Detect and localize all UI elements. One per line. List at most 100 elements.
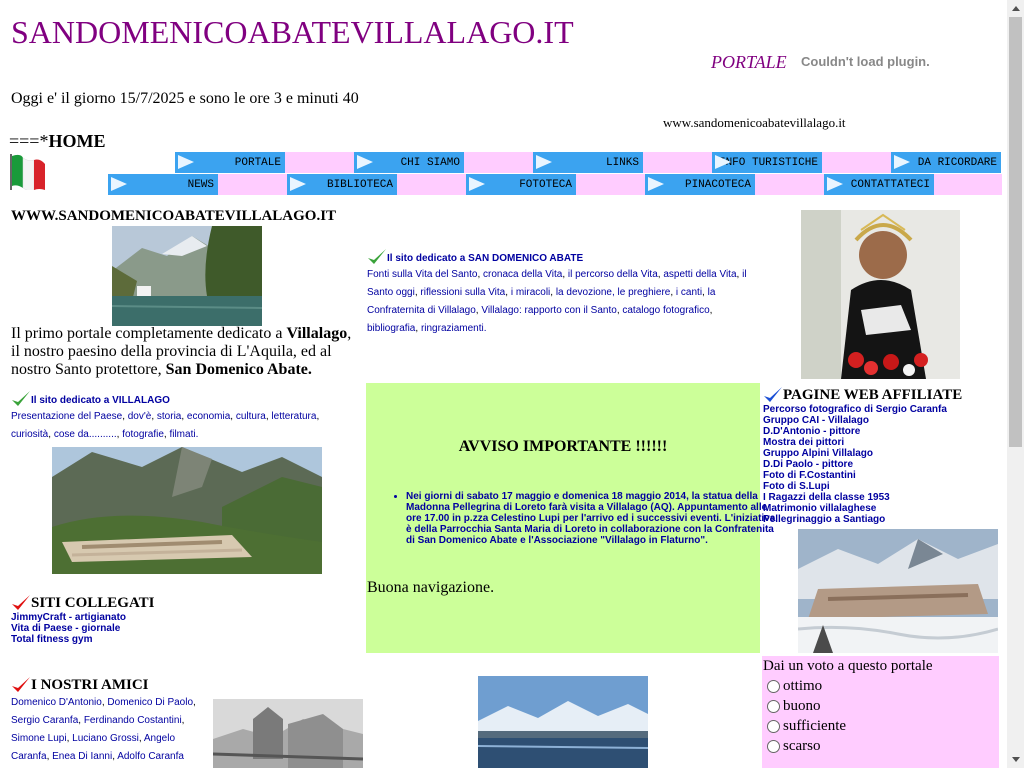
nav-label: BIBLIOTECA: [326, 178, 393, 191]
nav-row-2: NEWS BIBLIOTECA FOTOTECA PINACOTECA CONT…: [108, 174, 1002, 195]
separator: ,: [193, 697, 196, 708]
sandomenico-link[interactable]: catalogo fotografico: [622, 305, 709, 316]
villalago-link[interactable]: dov'è: [128, 411, 152, 422]
arrow-icon: [469, 177, 485, 191]
vote-option-buono[interactable]: buono: [767, 698, 821, 715]
affiliate-section: PAGINE WEB AFFILIATE Percorso fotografic…: [763, 386, 1003, 525]
villalago-link[interactable]: economia: [187, 411, 230, 422]
sandomenico-link[interactable]: Fonti sulla Vita del Santo: [367, 269, 477, 280]
siti-link[interactable]: Vita di Paese - giornale: [11, 623, 311, 634]
avviso-box: AVVISO IMPORTANTE !!!!!! Nei giorni di s…: [366, 383, 775, 653]
nav-contattateci-button[interactable]: CONTATTATECI: [824, 174, 934, 195]
arrow-icon: [894, 155, 910, 169]
villalago-link[interactable]: cultura: [236, 411, 266, 422]
vote-option-sufficiente[interactable]: sufficiente: [767, 718, 846, 735]
villalago-link[interactable]: filmati.: [169, 429, 198, 440]
radio-icon[interactable]: [767, 740, 780, 753]
nav-da-ricordare-button[interactable]: DA RICORDARE: [891, 152, 1001, 173]
affiliate-link[interactable]: Gruppo CAI - Villalago: [763, 415, 1003, 426]
radio-icon[interactable]: [767, 720, 780, 733]
affiliate-links: Percorso fotografico di Sergio Caranfa Gr…: [763, 404, 1003, 525]
villalago-link[interactable]: fotografie: [122, 429, 164, 440]
villalago-link[interactable]: letteratura: [271, 411, 316, 422]
nav-biblioteca-button[interactable]: BIBLIOTECA: [287, 174, 397, 195]
village-photo[interactable]: [52, 447, 322, 574]
villalago-title[interactable]: Il sito dedicato a VILLALAGO: [31, 395, 170, 406]
radio-icon[interactable]: [767, 700, 780, 713]
amici-section: I NOSTRI AMICI Domenico D'Antonio, Domen…: [11, 676, 211, 766]
saint-statue-photo[interactable]: [801, 210, 960, 379]
affiliate-link[interactable]: Foto di S.Lupi: [763, 481, 1003, 492]
nav-links-button[interactable]: LINKS: [533, 152, 643, 173]
nav-label: FOTOTECA: [519, 178, 572, 191]
sandomenico-section: Il sito dedicato a SAN DOMENICO ABATE Fo…: [367, 248, 757, 338]
winter-village-photo[interactable]: [798, 529, 998, 653]
amici-link[interactable]: Sergio Caranfa: [11, 715, 78, 726]
green-check-icon: [12, 391, 30, 406]
avviso-title: AVVISO IMPORTANTE !!!!!!: [458, 438, 668, 455]
green-check-icon: [368, 249, 386, 264]
villalago-link[interactable]: cose da..........: [54, 429, 117, 440]
vote-option-ottimo[interactable]: ottimo: [767, 678, 822, 695]
home-prefix: ===*: [9, 131, 49, 151]
nav-fototeca-button[interactable]: FOTOTECA: [466, 174, 576, 195]
sandomenico-link[interactable]: i canti: [676, 287, 702, 298]
affiliate-link[interactable]: D.Di Paolo - pittore: [763, 459, 1003, 470]
affiliate-link[interactable]: Percorso fotografico di Sergio Caranfa: [763, 404, 1003, 415]
nav-label: CONTATTATECI: [850, 178, 930, 191]
nav-info-turistiche-button[interactable]: INFO TURISTICHE: [712, 152, 822, 173]
separator: ,: [316, 411, 320, 422]
amici-link[interactable]: Domenico Di Paolo: [107, 697, 193, 708]
separator: ,: [709, 305, 713, 316]
scrollbar-thumb[interactable]: [1009, 17, 1022, 447]
radio-icon[interactable]: [767, 680, 780, 693]
church-ruins-photo[interactable]: [213, 699, 363, 768]
villalago-link[interactable]: storia: [157, 411, 181, 422]
scrollbar[interactable]: [1007, 0, 1024, 768]
amici-link[interactable]: Domenico D'Antonio: [11, 697, 102, 708]
intro-paragraph: Il primo portale completamente dedicato …: [11, 325, 363, 379]
siti-link[interactable]: JimmyCraft - artigianato: [11, 612, 311, 623]
nav-news-button[interactable]: NEWS: [108, 174, 218, 195]
villalago-link[interactable]: curiosità: [11, 429, 48, 440]
amici-link[interactable]: Adolfo Caranfa: [117, 751, 184, 762]
affiliate-link[interactable]: Gruppo Alpini Villalago: [763, 448, 1003, 459]
domain-label: www.sandomenicoabatevillalago.it: [663, 115, 846, 130]
vote-option-scarso[interactable]: scarso: [767, 738, 821, 755]
sandomenico-link[interactable]: il percorso della Vita: [568, 269, 658, 280]
nav-label: PORTALE: [234, 156, 281, 169]
amici-link[interactable]: Enea Di Ianni: [52, 751, 112, 762]
scroll-down-icon[interactable]: [1007, 751, 1024, 768]
affiliate-link[interactable]: Matrimonio villalaghese: [763, 503, 1003, 514]
sandomenico-link[interactable]: la devozione, le preghiere: [556, 287, 671, 298]
lake-winter-photo[interactable]: [478, 676, 648, 768]
nav-portale-button[interactable]: PORTALE: [175, 152, 285, 173]
affiliate-link[interactable]: D.D'Antonio - pittore: [763, 426, 1003, 437]
amici-links: Domenico D'Antonio, Domenico Di Paolo, S…: [11, 694, 211, 766]
amici-link[interactable]: Ferdinando Costantini: [84, 715, 182, 726]
affiliate-link[interactable]: Pellegrinaggio a Santiago: [763, 514, 1003, 525]
sandomenico-link[interactable]: riflessioni sulla Vita: [420, 287, 505, 298]
site-title: SANDOMENICOABATEVILLALAGO.IT: [11, 14, 574, 50]
scroll-up-icon[interactable]: [1007, 0, 1024, 17]
sandomenico-link[interactable]: i miracoli: [511, 287, 550, 298]
sandomenico-link[interactable]: cronaca della Vita: [483, 269, 562, 280]
amici-link[interactable]: Simone Lupi: [11, 733, 67, 744]
siti-link[interactable]: Total fitness gym: [11, 634, 311, 645]
sandomenico-link[interactable]: Villalago: rapporto con il Santo: [481, 305, 616, 316]
affiliate-link[interactable]: I Ragazzi della classe 1953: [763, 492, 1003, 503]
nav-pinacoteca-button[interactable]: PINACOTECA: [645, 174, 755, 195]
sandomenico-link[interactable]: bibliografia: [367, 323, 415, 334]
left-heading: WWW.SANDOMENICOABATEVILLALAGO.IT: [11, 208, 337, 224]
sandomenico-link[interactable]: aspetti della Vita: [663, 269, 736, 280]
sandomenico-title[interactable]: Il sito dedicato a SAN DOMENICO ABATE: [387, 253, 583, 264]
nav-chi-siamo-button[interactable]: CHI SIAMO: [354, 152, 464, 173]
lake-photo[interactable]: [112, 226, 262, 326]
amici-link[interactable]: Luciano Grossi: [72, 733, 139, 744]
villalago-link[interactable]: Presentazione del Paese: [11, 411, 122, 422]
amici-title: I NOSTRI AMICI: [31, 677, 149, 693]
vote-label: ottimo: [783, 678, 823, 694]
affiliate-link[interactable]: Mostra dei pittori: [763, 437, 1003, 448]
sandomenico-link[interactable]: ringraziamenti.: [421, 323, 487, 334]
affiliate-link[interactable]: Foto di F.Costantini: [763, 470, 1003, 481]
